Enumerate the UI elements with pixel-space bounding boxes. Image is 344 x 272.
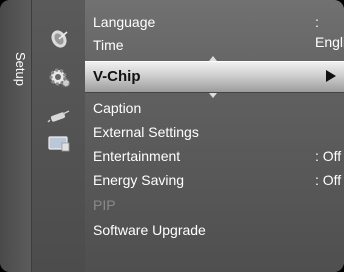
- menu-item-software-upgrade[interactable]: Software Upgrade: [93, 220, 206, 240]
- setup-menu-list: Language : English Time Caption External…: [85, 0, 344, 272]
- menu-item-value: : Off: [315, 172, 342, 188]
- menu-item-pip: PIP: [93, 195, 116, 215]
- osd-menu-screen: Setup Language : English: [0, 0, 344, 272]
- menu-item-value: : Off: [315, 148, 342, 164]
- menu-item-label: Software Upgrade: [93, 222, 206, 238]
- menu-item-label: Time: [93, 37, 124, 53]
- menu-item-label: Language: [93, 14, 156, 30]
- menu-item-label: V-Chip: [93, 68, 141, 85]
- menu-item-energy-saving[interactable]: Energy Saving: [93, 170, 184, 190]
- submenu-arrow-icon: [326, 70, 336, 82]
- setup-side-tab: Setup: [0, 0, 32, 272]
- menu-item-language[interactable]: Language: [93, 12, 155, 32]
- display-icon[interactable]: [47, 133, 71, 155]
- menu-item-entertainment[interactable]: Entertainment: [93, 146, 180, 166]
- remote-icon[interactable]: [47, 106, 71, 128]
- menu-item-label: Entertainment: [93, 148, 181, 164]
- gear-icon[interactable]: [47, 66, 71, 88]
- menu-item-label: Caption: [93, 100, 142, 116]
- menu-item-caption[interactable]: Caption: [93, 98, 141, 118]
- menu-item-time[interactable]: Time: [93, 35, 124, 55]
- menu-item-external-settings[interactable]: External Settings: [93, 122, 199, 142]
- menu-item-label: PIP: [93, 197, 116, 213]
- menu-item-v-chip[interactable]: V-Chip: [85, 61, 344, 93]
- category-icon-column: [32, 0, 85, 272]
- menu-item-label: Energy Saving: [93, 172, 185, 188]
- scroll-down-icon: [209, 93, 217, 98]
- menu-item-value: : English: [315, 14, 344, 50]
- menu-item-label: External Settings: [93, 124, 199, 140]
- side-tab-label: Setup: [13, 52, 28, 86]
- satellite-icon[interactable]: [47, 28, 71, 50]
